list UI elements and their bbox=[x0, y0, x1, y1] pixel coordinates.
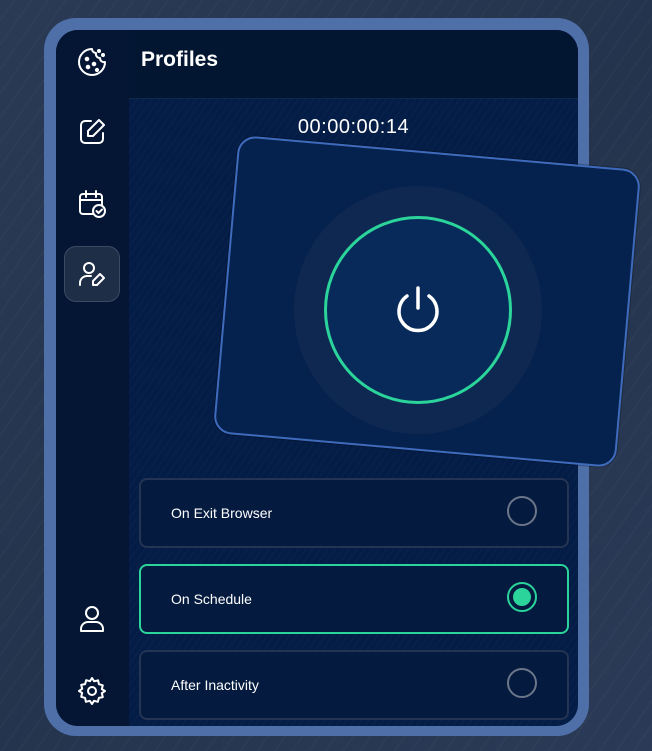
page-title: Profiles bbox=[141, 48, 219, 71]
option-on-exit-browser[interactable]: On Exit Browser bbox=[139, 478, 569, 548]
edit-icon bbox=[80, 119, 105, 144]
sidebar-item-edit[interactable] bbox=[64, 104, 120, 160]
option-label: After Inactivity bbox=[171, 677, 259, 693]
user-edit-icon bbox=[79, 262, 105, 286]
session-timer: 00:00:00:14 bbox=[297, 116, 410, 138]
option-after-inactivity[interactable]: After Inactivity bbox=[139, 650, 569, 720]
radio-button[interactable] bbox=[507, 668, 537, 698]
gear-icon bbox=[78, 677, 106, 705]
cookie-icon bbox=[78, 48, 106, 76]
header: Profiles bbox=[129, 30, 578, 99]
radio-button-selected[interactable] bbox=[507, 582, 537, 612]
option-label: On Schedule bbox=[171, 591, 252, 607]
sidebar-item-profiles[interactable] bbox=[64, 246, 120, 302]
sidebar-item-cookies[interactable] bbox=[64, 34, 120, 90]
calendar-check-icon bbox=[79, 190, 106, 218]
sidebar-item-schedule[interactable] bbox=[64, 176, 120, 232]
option-label: On Exit Browser bbox=[171, 505, 273, 521]
sidebar-item-settings[interactable] bbox=[64, 663, 120, 719]
radio-button[interactable] bbox=[507, 496, 537, 526]
user-icon bbox=[80, 606, 104, 632]
option-on-schedule[interactable]: On Schedule bbox=[139, 564, 569, 634]
sidebar bbox=[56, 30, 129, 726]
power-icon bbox=[397, 286, 439, 333]
sidebar-item-account[interactable] bbox=[64, 591, 120, 647]
